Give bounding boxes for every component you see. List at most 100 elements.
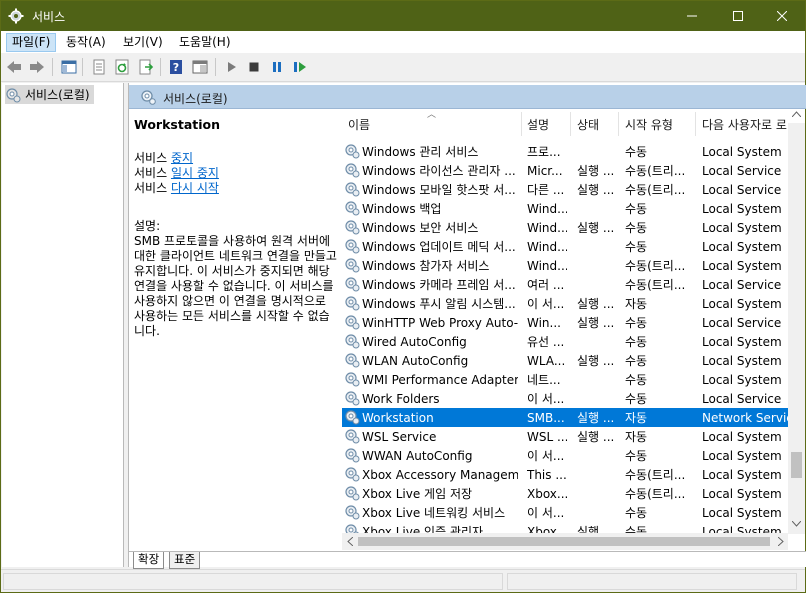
show-hide-console-tree-button[interactable] xyxy=(60,58,78,76)
service-row[interactable]: Windows 보안 서비스 Wind... 실행 ... 수동 Local Syste… xyxy=(342,218,789,237)
services-panel: 서비스(로컬) Workstation 서비스 중지 서비스 일시 중지 서비스… xyxy=(128,83,806,569)
forward-button[interactable] xyxy=(28,58,46,76)
service-logon-cell: Local System xyxy=(702,335,782,349)
export-list-button[interactable] xyxy=(137,58,155,76)
column-header-logon-as[interactable]: 다음 사용자로 로 xyxy=(702,116,787,133)
service-row[interactable]: WWAN AutoConfig 이 서... 수동 Local System xyxy=(342,446,789,465)
show-pane-button[interactable] xyxy=(191,58,209,76)
status-bar-cell xyxy=(507,573,797,590)
stop-service-button[interactable] xyxy=(245,58,263,76)
service-actions: 서비스 중지 서비스 일시 중지 서비스 다시 시작 xyxy=(134,151,338,196)
menu-file[interactable]: 파일(F) xyxy=(6,33,57,52)
vertical-scroll-thumb[interactable] xyxy=(791,452,802,478)
minimize-button[interactable] xyxy=(669,1,715,31)
action-line-pause: 서비스 일시 중지 xyxy=(134,166,338,181)
service-gear-icon xyxy=(345,448,360,463)
service-name-cell: Windows 관리 서비스 xyxy=(362,145,479,159)
service-row[interactable]: Xbox Accessory Managem... This ... 수동(트리..… xyxy=(342,465,789,484)
service-gear-icon xyxy=(345,429,360,444)
service-gear-icon xyxy=(345,315,360,330)
pause-service-link[interactable]: 일시 중지 xyxy=(171,166,219,180)
column-divider[interactable] xyxy=(695,112,696,136)
tree-item-services-local[interactable]: 서비스(로컬) xyxy=(5,85,94,104)
services-gear-icon xyxy=(6,87,21,102)
service-row[interactable]: Windows 푸시 알림 시스템... 이 서... 실행 ... 자동 Local … xyxy=(342,294,789,313)
service-row[interactable]: WinHTTP Web Proxy Auto-... Win... 실행 ... 수동… xyxy=(342,313,789,332)
service-row[interactable]: Windows 백업 Wind... 수동 Local System xyxy=(342,199,789,218)
service-row[interactable]: Xbox Live 네트워킹 서비스 이 서... 수동 Local System xyxy=(342,503,789,522)
maximize-button[interactable] xyxy=(715,1,761,31)
service-gear-icon xyxy=(345,372,360,387)
service-status-cell: 실행 ... xyxy=(577,164,615,178)
service-gear-icon xyxy=(345,486,360,501)
service-name-cell: Workstation xyxy=(362,411,434,425)
horizontal-scroll-thumb[interactable] xyxy=(358,537,770,546)
panel-header-title: 서비스(로컬) xyxy=(163,92,228,106)
tab-standard[interactable]: 표준 xyxy=(169,552,201,569)
service-startup-type-cell: 자동 xyxy=(625,430,648,444)
service-description-cell: Wind... xyxy=(527,221,567,235)
service-name-cell: WMI Performance Adapter xyxy=(362,373,518,387)
toolbar-separator xyxy=(82,58,83,76)
column-divider[interactable] xyxy=(570,112,571,136)
service-gear-icon xyxy=(345,505,360,520)
tab-extended[interactable]: 확장 xyxy=(133,552,165,569)
start-service-button[interactable] xyxy=(223,58,241,76)
service-startup-type-cell: 수동 xyxy=(625,373,648,387)
menu-bar: 파일(F) 동작(A) 보기(V) 도움말(H) xyxy=(1,31,805,53)
service-row[interactable]: Work Folders 이 서... 수동 Local Service xyxy=(342,389,789,408)
service-row[interactable]: WMI Performance Adapter 네트... 수동 Local Syst… xyxy=(342,370,789,389)
service-row[interactable]: WLAN AutoConfig WLA... 실행 ... 수동 Local Syste… xyxy=(342,351,789,370)
refresh-button[interactable] xyxy=(113,58,131,76)
column-divider[interactable] xyxy=(521,112,522,136)
service-row[interactable]: Wired AutoConfig 유선 ... 수동 Local System xyxy=(342,332,789,351)
column-header-startup-type[interactable]: 시작 유형 xyxy=(625,116,673,133)
service-row[interactable]: Windows 라이선스 관리자 ... Micr... 실행 ... 수동(트리..… xyxy=(342,161,789,180)
service-startup-type-cell: 수동(트리... xyxy=(625,278,686,292)
service-logon-cell: Local System xyxy=(702,145,782,159)
title-bar[interactable]: 서비스 xyxy=(1,1,805,31)
service-row[interactable]: Workstation SMB... 실행 ... 자동 Network Service xyxy=(342,408,792,427)
help-book-icon: ? xyxy=(170,60,182,74)
panel-header: 서비스(로컬) xyxy=(129,85,806,109)
properties-button[interactable] xyxy=(90,58,108,76)
service-logon-cell: Local System xyxy=(702,506,782,520)
column-header-status[interactable]: 상태 xyxy=(577,116,599,133)
service-row[interactable]: Xbox Live 게임 저장 Xbox... 수동(트리... Local Syst… xyxy=(342,484,789,503)
column-header-name[interactable]: 이름 xyxy=(348,116,370,133)
service-description-cell: 이 서... xyxy=(527,449,565,463)
service-name-cell: Windows 카메라 프레임 서... xyxy=(362,278,516,292)
service-row[interactable]: Windows 참가자 서비스 Wind... 수동(트리... Local Syst… xyxy=(342,256,789,275)
action-prefix: 서비스 xyxy=(134,151,168,165)
vertical-scrollbar[interactable] xyxy=(788,111,805,534)
restart-service-link[interactable]: 다시 시작 xyxy=(171,181,219,195)
status-bar xyxy=(1,569,805,592)
properties-icon xyxy=(93,59,105,75)
service-row[interactable]: Windows 카메라 프레임 서... 여러 ... 수동(트리... Local … xyxy=(342,275,789,294)
service-status-cell: 실행 ... xyxy=(577,354,615,368)
restart-service-button[interactable] xyxy=(291,58,309,76)
service-row[interactable]: Windows 관리 서비스 프로... 수동 Local System xyxy=(342,142,789,161)
service-row[interactable]: Windows 업데이트 메딕 서... Wind... 수동 Local Syste… xyxy=(342,237,789,256)
column-divider[interactable] xyxy=(618,112,619,136)
menu-help[interactable]: 도움말(H) xyxy=(174,33,236,52)
help-button[interactable]: ? xyxy=(167,58,185,76)
column-header-description[interactable]: 설명 xyxy=(527,116,549,133)
close-button[interactable] xyxy=(759,1,805,31)
service-row[interactable]: WSL Service WSL ... 실행 ... 자동 Local System xyxy=(342,427,789,446)
pause-service-button[interactable] xyxy=(268,58,286,76)
back-arrow-icon xyxy=(7,61,21,73)
service-detail-pane: Workstation 서비스 중지 서비스 일시 중지 서비스 다시 시작 설… xyxy=(134,115,338,339)
stop-service-link[interactable]: 중지 xyxy=(171,151,193,165)
menu-view[interactable]: 보기(V) xyxy=(118,33,168,52)
service-status-cell xyxy=(577,448,617,464)
horizontal-scrollbar[interactable] xyxy=(342,533,788,550)
service-logon-cell: Local System xyxy=(702,202,782,216)
service-description-cell: Win... xyxy=(527,316,561,330)
service-startup-type-cell: 수동 xyxy=(625,202,648,216)
menu-action[interactable]: 동작(A) xyxy=(61,33,111,52)
service-description-cell: Xbox... xyxy=(527,487,567,501)
back-button[interactable] xyxy=(5,58,23,76)
service-description: SMB 프로토콜을 사용하여 원격 서버에 대한 클라이언트 네트워크 연결을 … xyxy=(134,234,337,338)
service-row[interactable]: Windows 모바일 핫스팟 서... 다른 ... 실행 ... 수동(트리...… xyxy=(342,180,789,199)
